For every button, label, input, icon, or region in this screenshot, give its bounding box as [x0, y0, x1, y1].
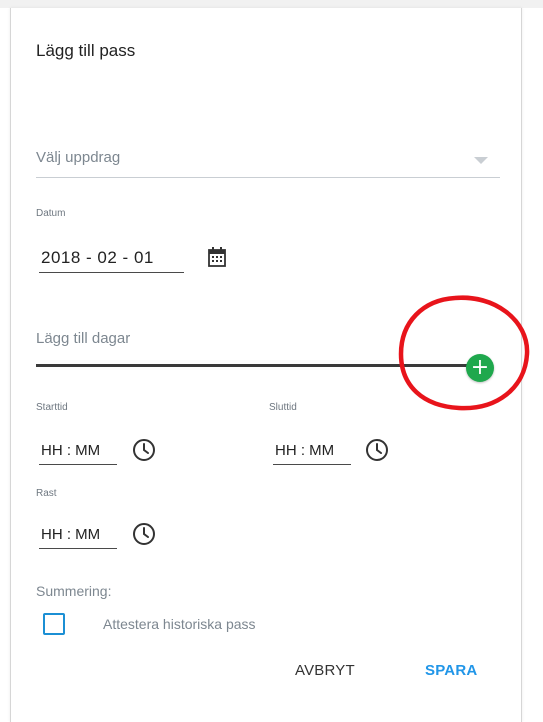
save-button[interactable]: SPARA	[425, 662, 477, 679]
start-time-label: Starttid	[36, 402, 68, 413]
screen: Lägg till pass Välj uppdrag Datum 2018 -…	[0, 0, 543, 722]
start-time-field[interactable]: HH : MM	[39, 438, 117, 465]
assignment-select-placeholder: Välj uppdrag	[36, 149, 121, 166]
attest-history-checkbox[interactable]	[43, 613, 65, 635]
clock-icon[interactable]	[132, 438, 156, 462]
date-value: 2018 - 02 - 01	[41, 248, 154, 267]
break-label: Rast	[36, 488, 57, 499]
date-label: Datum	[36, 208, 66, 219]
summary-label: Summering:	[36, 583, 112, 599]
calendar-icon[interactable]	[207, 246, 227, 268]
end-time-label: Sluttid	[269, 402, 297, 413]
clock-icon[interactable]	[132, 522, 156, 546]
page-background	[0, 0, 543, 8]
end-time-field[interactable]: HH : MM	[273, 438, 351, 465]
start-time-value: HH : MM	[41, 442, 101, 459]
add-days-input-line[interactable]	[36, 364, 468, 367]
end-time-value: HH : MM	[275, 442, 335, 459]
clock-icon[interactable]	[365, 438, 389, 462]
add-shift-dialog: Lägg till pass Välj uppdrag Datum 2018 -…	[10, 8, 522, 722]
date-field[interactable]: 2018 - 02 - 01	[39, 244, 184, 273]
assignment-select[interactable]: Välj uppdrag	[36, 143, 500, 178]
attest-history-label: Attestera historiska pass	[103, 616, 256, 632]
add-day-button[interactable]: +	[466, 354, 494, 382]
cancel-button[interactable]: AVBRYT	[295, 662, 355, 679]
chevron-down-icon	[474, 157, 488, 164]
add-days-label: Lägg till dagar	[36, 330, 131, 347]
break-time-field[interactable]: HH : MM	[39, 522, 117, 549]
plus-icon: +	[470, 355, 490, 380]
dialog-title: Lägg till pass	[36, 41, 136, 60]
break-time-value: HH : MM	[41, 526, 101, 543]
